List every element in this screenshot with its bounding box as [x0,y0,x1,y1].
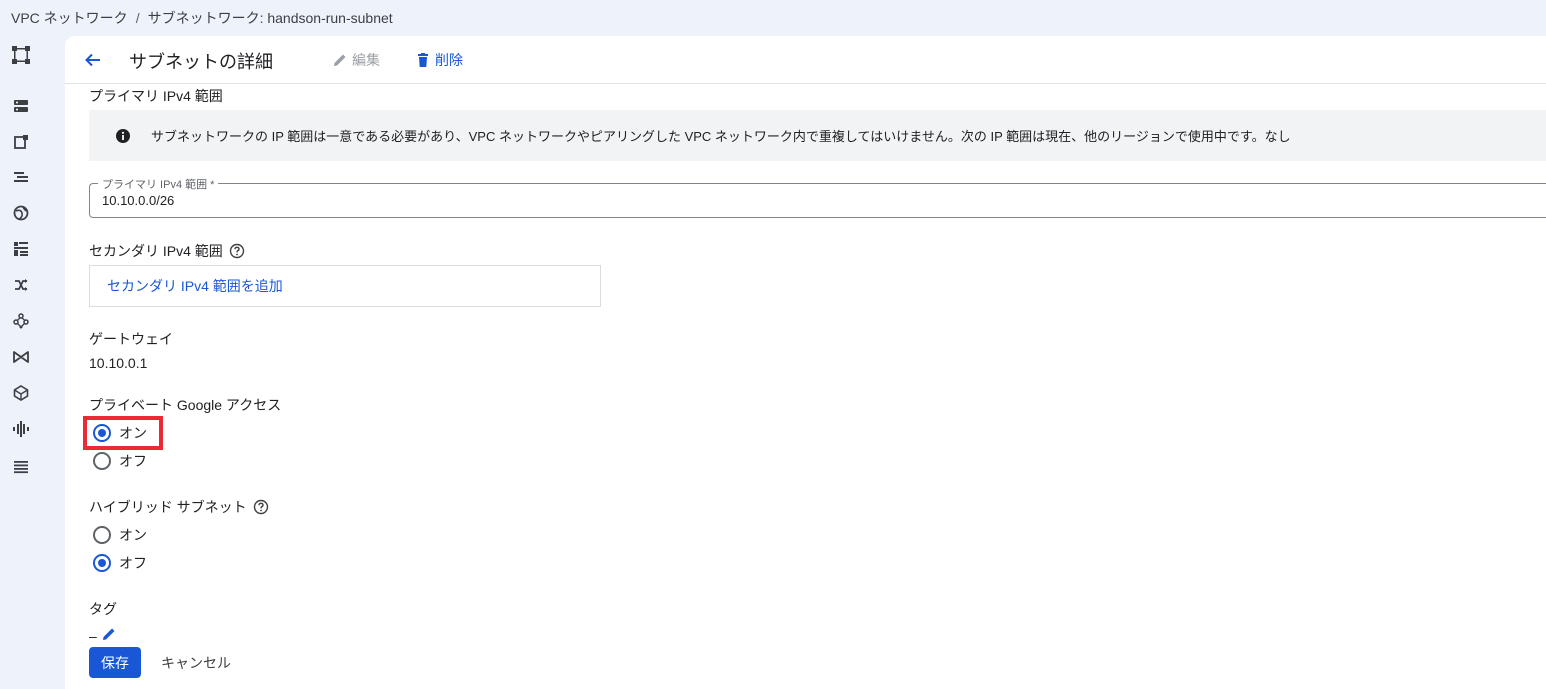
secondary-range-label: セカンダリ IPv4 範囲 [89,243,223,259]
pencil-icon [102,628,115,640]
hybrid-subnet-label-row: ハイブリッド サブネット [89,497,269,517]
primary-range-field[interactable]: プライマリ IPv4 範囲 * 10.10.0.0/26 [89,176,1546,218]
breadcrumb-separator: / [135,10,140,26]
delete-button-label: 削除 [435,52,463,68]
private-google-access-off-label: オフ [119,453,147,469]
shuffle-icon[interactable] [11,275,31,295]
breadcrumb-current: サブネットワーク: handson-run-subnet [147,10,393,26]
page-title: サブネットの詳細 [129,52,273,72]
info-box: サブネットワークの IP 範囲は一意である必要があり、VPC ネットワークやピア… [89,110,1546,161]
edit-button[interactable]: 編集 [332,50,380,70]
radio-selected-icon [93,554,111,572]
primary-range-section-label: プライマリ IPv4 範囲 [89,88,223,104]
grid-icon[interactable] [11,239,31,259]
info-icon [116,128,130,143]
arrow-back-icon [85,53,100,67]
globe-icon[interactable] [11,203,31,223]
hybrid-subnet-on-label: オン [119,527,147,543]
subnet-details-panel: サブネットの詳細 編集 削除 プライマリ IPv4 範囲 サブネットワークの I… [65,36,1546,689]
hybrid-subnet-label: ハイブリッド サブネット [89,499,247,515]
breadcrumb-vpc-network[interactable]: VPC ネットワーク [11,8,128,28]
back-button[interactable] [81,48,105,72]
secondary-range-label-row: セカンダリ IPv4 範囲 [89,241,245,261]
primary-range-field-label: プライマリ IPv4 範囲 * [98,176,219,192]
bowtie-icon[interactable] [11,347,31,367]
cube-icon[interactable] [11,383,31,403]
radio-unselected-icon [93,526,111,544]
gateway-value: 10.10.0.1 [89,355,148,371]
private-google-access-on-label: オン [119,425,147,441]
nodes-icon[interactable] [11,311,31,331]
radio-selected-icon [93,424,111,442]
tags-row: – [89,626,117,645]
dashboard-icon[interactable] [11,45,31,65]
edit-button-label: 編集 [352,52,380,68]
delete-button[interactable]: 削除 [415,50,463,70]
tags-label: タグ [89,601,117,617]
radio-unselected-icon [93,452,111,470]
hybrid-subnet-off-radio[interactable]: オフ [93,552,147,574]
tags-value: – [89,627,97,644]
document-add-icon[interactable] [11,132,31,152]
trash-icon [418,53,428,67]
toolbar: サブネットの詳細 編集 削除 [65,36,1546,84]
breadcrumb: VPC ネットワーク / サブネットワーク: handson-run-subne… [11,8,393,28]
primary-range-field-value: 10.10.0.0/26 [102,193,175,208]
private-google-access-off-radio[interactable]: オフ [93,450,147,472]
add-secondary-range-button[interactable]: セカンダリ IPv4 範囲を追加 [89,265,601,307]
list-indent-icon[interactable] [11,167,31,187]
cancel-button[interactable]: キャンセル [157,647,235,678]
private-google-access-label: プライベート Google アクセス [89,397,282,413]
help-icon[interactable] [229,243,245,259]
pencil-icon [334,54,346,66]
edit-tags-button[interactable] [101,626,117,645]
storage-icon[interactable] [11,96,31,116]
save-button[interactable]: 保存 [89,647,141,678]
menu-lines-icon[interactable] [11,456,31,476]
hybrid-subnet-off-label: オフ [119,555,147,571]
hybrid-subnet-on-radio[interactable]: オン [93,524,147,546]
left-nav-rail [0,36,44,689]
waveform-icon[interactable] [11,419,31,439]
gateway-label: ゲートウェイ [89,331,173,347]
info-text: サブネットワークの IP 範囲は一意である必要があり、VPC ネットワークやピア… [151,129,1291,144]
help-icon[interactable] [253,499,269,515]
private-google-access-on-radio[interactable]: オン [93,422,147,444]
